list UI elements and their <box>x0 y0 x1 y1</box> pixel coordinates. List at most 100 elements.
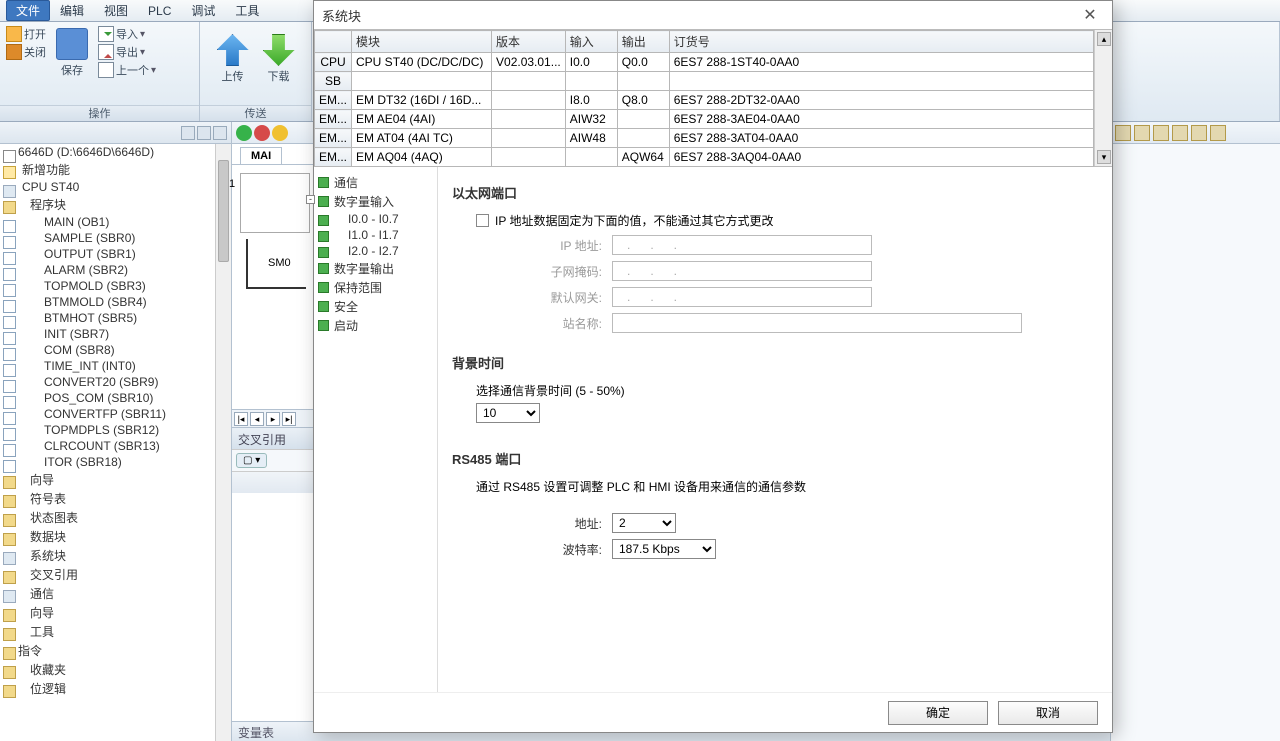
tree-scrollbar[interactable] <box>215 144 231 741</box>
tree-block[interactable]: TIME_INT (INT0) <box>0 358 231 374</box>
table-row[interactable]: CPUCPU ST40 (DC/DC/DC)V02.03.01...I0.0Q0… <box>315 53 1094 72</box>
cancel-button[interactable]: 取消 <box>998 701 1098 725</box>
tree-newfeat[interactable]: 新增功能 <box>0 160 231 179</box>
close-button[interactable]: 关闭 <box>6 44 46 60</box>
dlg-tree-comm[interactable]: 通信 <box>316 173 435 192</box>
tree-bitlogic[interactable]: +位逻辑 <box>0 679 231 698</box>
scroll-up-icon[interactable]: ▴ <box>1097 32 1111 46</box>
tree-tool-icon[interactable] <box>197 126 211 140</box>
tree-stattab[interactable]: +状态图表 <box>0 508 231 527</box>
addr-select[interactable]: 2 <box>612 513 676 533</box>
baud-select[interactable]: 187.5 Kbps <box>612 539 716 559</box>
tool-icon[interactable] <box>1153 125 1169 141</box>
project-tree[interactable]: 6646D (D:\6646D\6646D) 新增功能 -CPU ST40 -程… <box>0 144 231 698</box>
ok-button[interactable]: 确定 <box>888 701 988 725</box>
menu-tool[interactable]: 工具 <box>225 0 269 21</box>
tree-tools[interactable]: +工具 <box>0 622 231 641</box>
save-icon <box>56 28 88 60</box>
import-button[interactable]: 导入▾ <box>98 26 156 42</box>
tree-instr[interactable]: -指令 <box>0 641 231 660</box>
open-button[interactable]: 打开 <box>6 26 46 42</box>
gw-input[interactable] <box>612 287 872 307</box>
tree-block[interactable]: TOPMDPLS (SBR12) <box>0 422 231 438</box>
table-row[interactable]: EM...EM AT04 (4AI TC)AIW486ES7 288-3AT04… <box>315 129 1094 148</box>
dlg-tree-i1[interactable]: I1.0 - I1.7 <box>316 227 435 243</box>
dlg-tree-i2[interactable]: I2.0 - I2.7 <box>316 243 435 259</box>
menu-plc[interactable]: PLC <box>138 2 181 20</box>
tree-block[interactable]: ITOR (SBR18) <box>0 454 231 470</box>
save-button[interactable]: 保存 <box>52 26 92 80</box>
tree-block[interactable]: ALARM (SBR2) <box>0 262 231 278</box>
dlg-tree-i0[interactable]: I0.0 - I0.7 <box>316 211 435 227</box>
tree-block[interactable]: MAIN (OB1) <box>0 214 231 230</box>
table-row[interactable]: EM...EM DT32 (16DI / 16D...I8.0Q8.06ES7 … <box>315 91 1094 110</box>
tree-block[interactable]: CLRCOUNT (SBR13) <box>0 438 231 454</box>
menu-file[interactable]: 文件 <box>6 0 50 21</box>
tree-comm[interactable]: 通信 <box>0 584 231 603</box>
menu-edit[interactable]: 编辑 <box>50 0 94 21</box>
table-scrollbar[interactable]: ▴▾ <box>1094 30 1112 166</box>
dlg-tree-sec[interactable]: 安全 <box>316 297 435 316</box>
tree-block[interactable]: POS_COM (SBR10) <box>0 390 231 406</box>
tree-block[interactable]: BTMHOT (SBR5) <box>0 310 231 326</box>
tree-expt[interactable]: +向导 <box>0 603 231 622</box>
mask-input[interactable] <box>612 261 872 281</box>
tree-datablk[interactable]: +数据块 <box>0 527 231 546</box>
menu-debug[interactable]: 调试 <box>181 0 225 21</box>
dlg-tree-ret[interactable]: 保持范围 <box>316 278 435 297</box>
prev-button[interactable]: 上一个▾ <box>98 62 156 78</box>
tree-block[interactable]: TOPMOLD (SBR3) <box>0 278 231 294</box>
expand-icon[interactable]: - <box>306 195 315 204</box>
table-row[interactable]: EM...EM AQ04 (4AQ)AQW646ES7 288-3AQ04-0A… <box>315 148 1094 167</box>
nav-last-icon[interactable]: ▸| <box>282 412 296 426</box>
xref-chip[interactable]: ▢ ▾ <box>236 453 267 468</box>
ip-input[interactable] <box>612 235 872 255</box>
tree-block[interactable]: COM (SBR8) <box>0 342 231 358</box>
menu-view[interactable]: 视图 <box>94 0 138 21</box>
tool-icon[interactable] <box>1191 125 1207 141</box>
dlg-tree-start[interactable]: 启动 <box>316 316 435 335</box>
dlg-tree-dout[interactable]: 数字量输出 <box>316 259 435 278</box>
tool-icon[interactable] <box>1134 125 1150 141</box>
tree-tool-icon[interactable] <box>213 126 227 140</box>
station-input[interactable] <box>612 313 1022 333</box>
tree-progblk[interactable]: -程序块 <box>0 195 231 214</box>
tree-block[interactable]: CONVERTFP (SBR11) <box>0 406 231 422</box>
tree-wizard[interactable]: +向导 <box>0 470 231 489</box>
compile-icon[interactable] <box>272 125 288 141</box>
tree-cpu[interactable]: -CPU ST40 <box>0 179 231 195</box>
download-button[interactable]: 下载 <box>259 32 299 86</box>
tool-icon[interactable] <box>1115 125 1131 141</box>
tree-block[interactable]: SAMPLE (SBR0) <box>0 230 231 246</box>
tree-block[interactable]: BTMMOLD (SBR4) <box>0 294 231 310</box>
tree-sysblk[interactable]: 系统块 <box>0 546 231 565</box>
tool-icon[interactable] <box>1210 125 1226 141</box>
run-icon[interactable] <box>236 125 252 141</box>
tree-block[interactable]: OUTPUT (SBR1) <box>0 246 231 262</box>
nav-next-icon[interactable]: ▸ <box>266 412 280 426</box>
export-button[interactable]: 导出▾ <box>98 44 156 60</box>
tree-symtab[interactable]: +符号表 <box>0 489 231 508</box>
close-icon[interactable]: ✕ <box>1076 5 1104 25</box>
tree-fav[interactable]: 收藏夹 <box>0 660 231 679</box>
tree-xref[interactable]: +交叉引用 <box>0 565 231 584</box>
tool-icon[interactable] <box>1172 125 1188 141</box>
stop-icon[interactable] <box>254 125 270 141</box>
editor-tab[interactable]: MAI <box>240 147 282 164</box>
tree-block[interactable]: INIT (SBR7) <box>0 326 231 342</box>
bgtime-select[interactable]: 10 <box>476 403 540 423</box>
nav-prev-icon[interactable]: ◂ <box>250 412 264 426</box>
ip-fixed-checkbox[interactable] <box>476 214 489 227</box>
table-row[interactable]: EM...EM AE04 (4AI)AIW326ES7 288-3AE04-0A… <box>315 110 1094 129</box>
tree-tool-icon[interactable] <box>181 126 195 140</box>
tree-root[interactable]: 6646D (D:\6646D\6646D) <box>0 144 231 160</box>
upload-button[interactable]: 上传 <box>213 32 253 86</box>
dlg-tree-din[interactable]: -数字量输入 <box>316 192 435 211</box>
station-label: 站名称: <box>452 315 612 332</box>
tree-block[interactable]: CONVERT20 (SBR9) <box>0 374 231 390</box>
scroll-down-icon[interactable]: ▾ <box>1097 150 1111 164</box>
nav-first-icon[interactable]: |◂ <box>234 412 248 426</box>
table-row[interactable]: SB <box>315 72 1094 91</box>
bgtime-label: 选择通信背景时间 (5 - 50%) <box>476 382 1098 399</box>
ribbon-group-xfer: 传送 <box>200 105 311 121</box>
